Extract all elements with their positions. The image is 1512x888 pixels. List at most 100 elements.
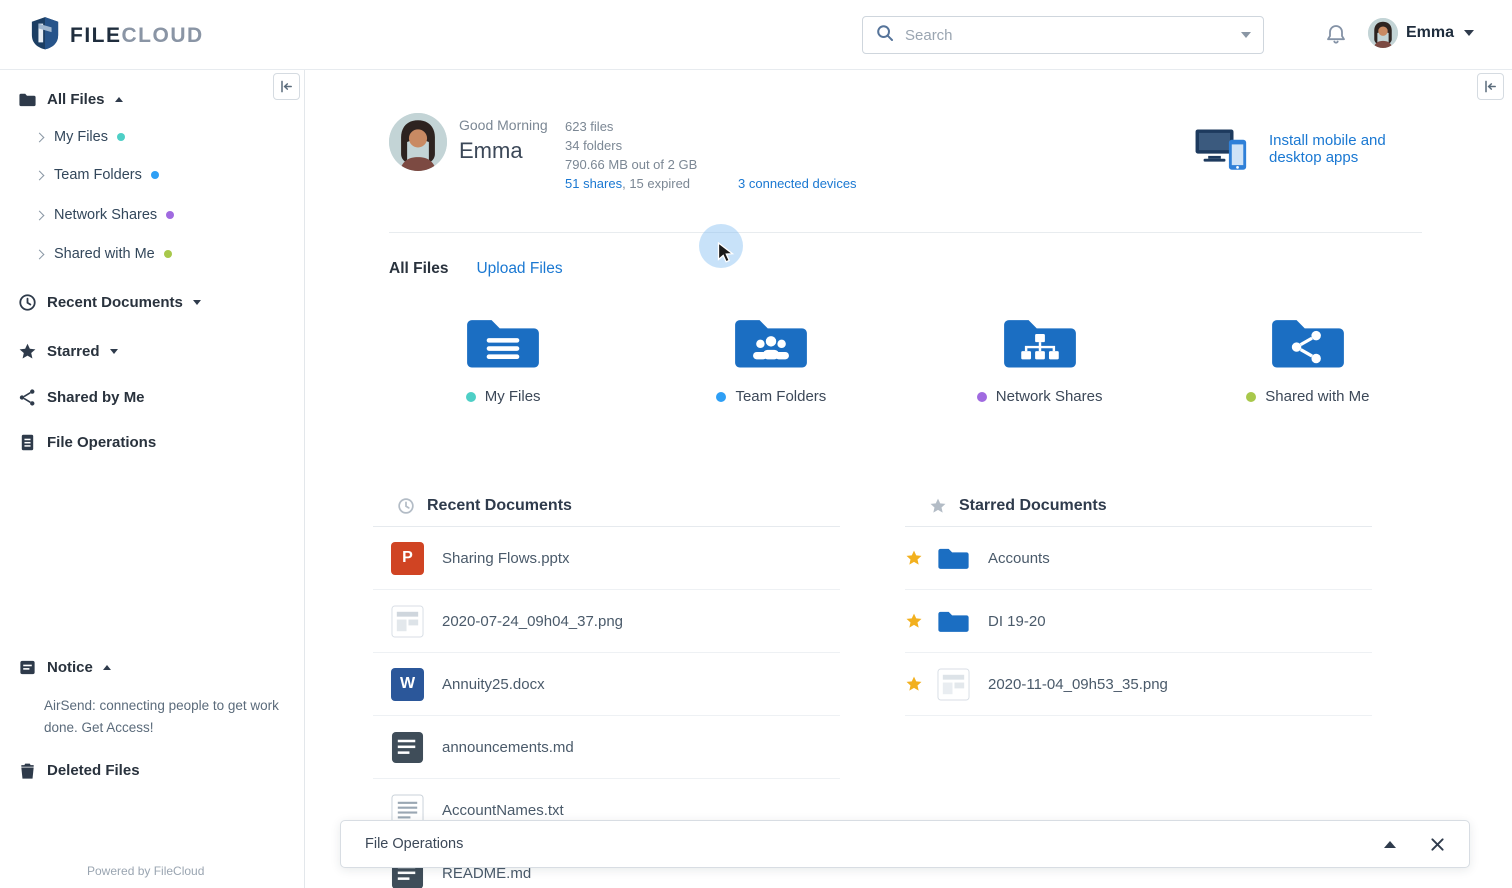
recent-file-row[interactable]: P Sharing Flows.pptx [373,527,840,590]
status-dot [716,392,726,402]
sidebar-item-label: Network Shares [54,207,157,223]
starred-file-row[interactable]: DI 19-20 [905,590,1372,653]
search-box[interactable] [862,16,1264,54]
tab-all-files[interactable]: All Files [389,260,448,278]
stat-storage: 790.66 MB out of 2 GB [565,155,857,174]
sidebar-item-label: Notice [47,659,93,676]
star-icon [18,342,37,361]
chevron-right-icon [35,132,45,142]
sidebar-item-file-operations[interactable]: File Operations [18,427,156,457]
recent-file-row[interactable]: 2020-07-24_09h04_37.png [373,590,840,653]
sidebar-item-label: Recent Documents [47,294,183,311]
shared-with-me-folder-icon [1268,312,1348,374]
status-dot [164,250,172,258]
sidebar-item-team-folders[interactable]: Team Folders [36,160,159,190]
starred-file-row[interactable]: 2020-11-04_09h53_35.png [905,653,1372,716]
sidebar-item-shared-by-me[interactable]: Shared by Me [18,382,145,412]
filecloud-logo[interactable]: FILECLOUD [30,16,204,55]
status-dot [117,133,125,141]
panel-title: Recent Documents [427,497,572,515]
file-name: 2020-11-04_09h53_35.png [988,676,1168,693]
recent-file-row[interactable]: W Annuity25.docx [373,653,840,716]
connected-devices-link[interactable]: 3 connected devices [738,176,857,191]
search-icon [875,23,895,48]
clock-icon [18,293,37,312]
image-file-icon [391,605,424,638]
stat-folders: 34 folders [565,136,857,155]
search-scope-dropdown-icon[interactable] [1241,32,1251,38]
user-menu[interactable]: Emma [1368,18,1474,48]
starred-documents-panel: Starred Documents Accounts DI 19-20 2020… [905,485,1372,716]
recent-file-row[interactable]: announcements.md [373,716,840,779]
sidebar-item-all-files[interactable]: All Files [18,84,123,114]
sidebar-item-label: File Operations [47,434,156,451]
sidebar-item-notice[interactable]: Notice [18,652,111,682]
install-apps-link[interactable]: Install mobile and desktop apps [1269,132,1419,167]
star-icon[interactable] [905,549,923,567]
notice-text: AirSend: connecting people to get work d… [44,695,292,740]
file-operations-title: File Operations [365,836,463,852]
tab-upload-files[interactable]: Upload Files [476,260,562,278]
shares-expired-text: , 15 expired [622,176,690,191]
file-tabs: All Files Upload Files [389,260,563,278]
shortcut-network-shares[interactable]: Network Shares [906,312,1174,405]
search-input[interactable] [905,27,1231,44]
install-apps[interactable]: Install mobile and desktop apps [1193,126,1419,172]
collapse-panel-icon[interactable] [1384,841,1396,848]
sidebar-item-recent-documents[interactable]: Recent Documents [18,287,201,317]
status-dot [977,392,987,402]
sidebar-item-label: Starred [47,343,100,360]
chevron-up-icon [103,665,111,670]
shares-link[interactable]: 51 shares [565,176,622,191]
team-folders-folder-icon [731,312,811,374]
user-menu-caret-icon [1464,30,1474,36]
star-icon[interactable] [905,675,923,693]
collapse-left-icon [1483,79,1498,94]
chevron-right-icon [35,249,45,259]
folder-icon [937,605,970,638]
brand-light: CLOUD [122,24,204,47]
starred-file-row[interactable]: Accounts [905,527,1372,590]
stat-files: 623 files [565,117,857,136]
panel-collapse-button[interactable] [1477,73,1504,100]
chevron-right-icon [35,210,45,220]
shortcut-shared-with-me[interactable]: Shared with Me [1174,312,1442,405]
sidebar-item-network-shares[interactable]: Network Shares [36,200,174,230]
starred-documents-header: Starred Documents [905,485,1372,527]
shortcut-team-folders[interactable]: Team Folders [637,312,905,405]
sidebar-item-label: My Files [54,129,108,145]
sidebar-item-deleted-files[interactable]: Deleted Files [18,755,140,785]
profile-avatar [389,113,447,171]
sidebar-item-my-files[interactable]: My Files [36,122,125,152]
shortcut-my-files[interactable]: My Files [369,312,637,405]
star-icon[interactable] [905,612,923,630]
usage-stats: 623 files 34 folders 790.66 MB out of 2 … [565,117,857,193]
user-name: Emma [1406,24,1454,42]
close-icon[interactable] [1430,837,1445,852]
docx-file-icon: W [391,668,424,701]
filecloud-dashboard: { "header": { "brand": { "bold": "FILE",… [0,0,1512,888]
sidebar-item-label: Shared with Me [54,246,155,262]
sidebar: All Files My Files Team Folders Network … [0,70,305,888]
shortcut-label: Network Shares [996,388,1103,405]
notifications-button[interactable] [1324,22,1350,48]
file-name: 2020-07-24_09h04_37.png [442,613,623,630]
chevron-up-icon [115,97,123,102]
folder-icon [18,90,37,109]
sidebar-item-label: Deleted Files [47,762,140,779]
shortcut-label: Team Folders [735,388,826,405]
sidebar-item-label: Team Folders [54,167,142,183]
file-name: Annuity25.docx [442,676,545,693]
chevron-down-icon [110,349,118,354]
folder-shortcuts: My Files Team Folders Network Shares [369,312,1442,405]
image-file-icon [937,668,970,701]
sidebar-item-shared-with-me[interactable]: Shared with Me [36,239,172,269]
section-divider [389,232,1422,233]
clock-icon [397,497,415,515]
sidebar-item-starred[interactable]: Starred [18,336,118,366]
devices-icon [1193,126,1251,172]
filecloud-logo-icon [30,16,60,55]
file-name: announcements.md [442,739,574,756]
sidebar-collapse-button[interactable] [273,73,300,100]
my-files-folder-icon [463,312,543,374]
